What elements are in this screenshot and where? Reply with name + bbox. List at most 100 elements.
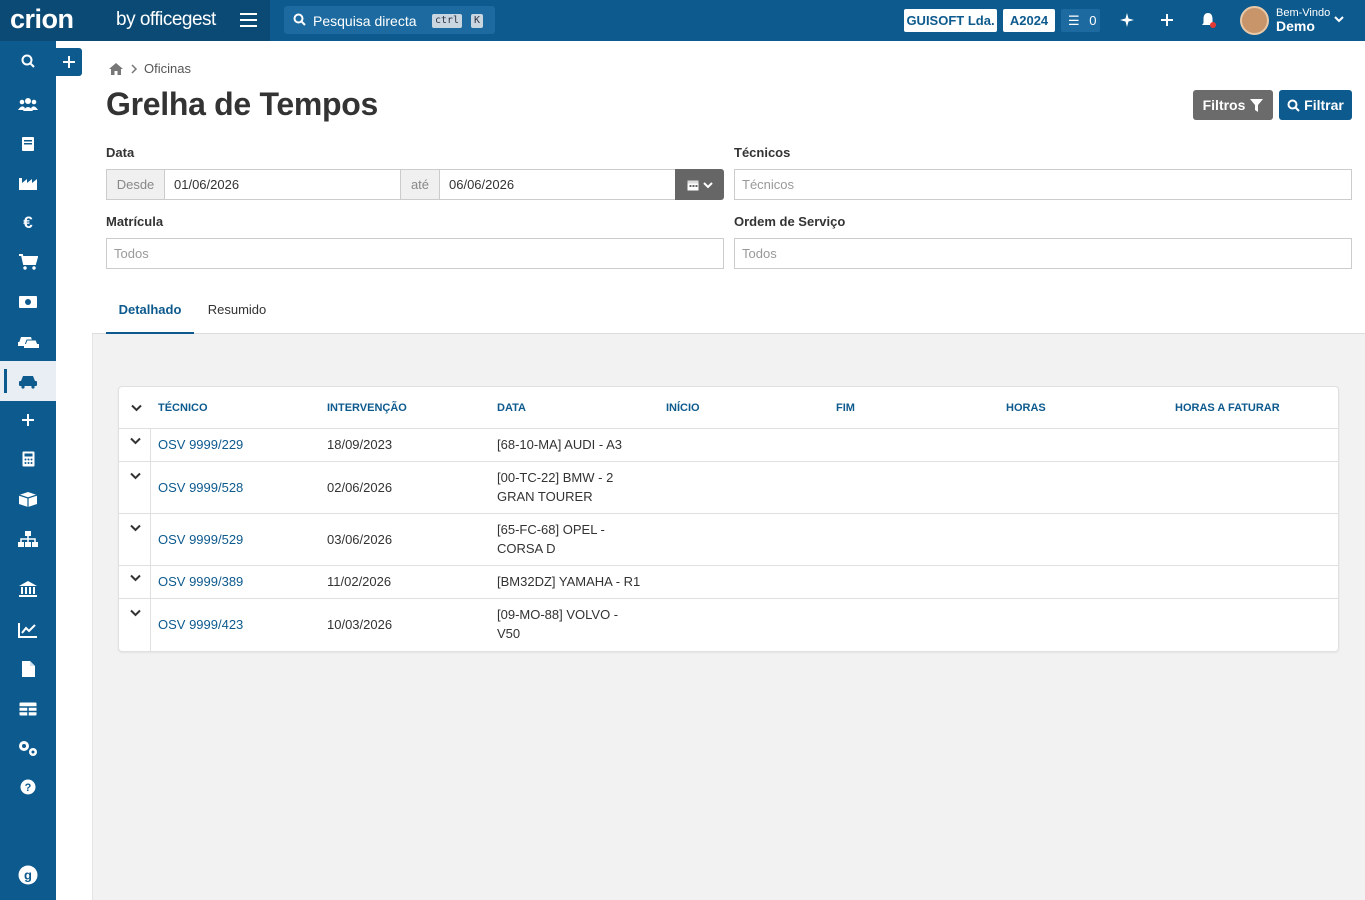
tecnicos-label: Técnicos bbox=[734, 145, 791, 160]
data-cell-line1: [65-FC-68] OPEL - bbox=[497, 522, 605, 537]
filtros-button[interactable]: Filtros bbox=[1193, 90, 1273, 120]
table-row[interactable]: OSV 9999/389 11/02/2026 [BM32DZ] YAMAHA … bbox=[119, 565, 1338, 598]
year-badge[interactable]: A2024 bbox=[1003, 9, 1055, 32]
chevron-down-icon[interactable] bbox=[130, 524, 141, 532]
officegest-logo-icon: g bbox=[18, 865, 38, 885]
sidebar-item-plus[interactable] bbox=[0, 400, 56, 440]
table-icon bbox=[19, 702, 37, 716]
data-cell-line1: [00-TC-22] BMW - 2 bbox=[497, 470, 614, 485]
tecnicos-field[interactable]: Técnicos bbox=[734, 169, 1352, 200]
date-from-field[interactable]: 01/06/2026 bbox=[164, 169, 401, 200]
tab-resumido[interactable]: Resumido bbox=[196, 296, 278, 334]
avatar[interactable] bbox=[1240, 6, 1269, 35]
sidebar-item-hierarchy[interactable] bbox=[0, 519, 56, 559]
data-cell-line2: CORSA D bbox=[497, 541, 556, 556]
company-badge[interactable]: GUISOFT Lda. bbox=[904, 9, 997, 32]
calculator-icon bbox=[22, 451, 34, 467]
settings-icon bbox=[19, 741, 37, 756]
column-header-intervencao[interactable]: INTERVENÇÃO bbox=[327, 402, 407, 414]
sidebar-item-cart[interactable] bbox=[0, 242, 56, 282]
chevron-down-icon[interactable] bbox=[130, 437, 141, 445]
tecnico-cell[interactable]: OSV 9999/389 bbox=[158, 572, 243, 591]
filtrar-button[interactable]: Filtrar bbox=[1279, 90, 1352, 120]
secondary-column bbox=[56, 41, 93, 900]
sidebar-item-car-wash[interactable] bbox=[0, 321, 56, 361]
column-header-tecnico[interactable]: TÉCNICO bbox=[158, 402, 208, 414]
date-picker-button[interactable] bbox=[675, 169, 724, 200]
tecnico-cell[interactable]: OSV 9999/229 bbox=[158, 435, 243, 454]
intervencao-cell: 11/02/2026 bbox=[327, 574, 392, 589]
search-placeholder: Pesquisa directa bbox=[313, 13, 417, 29]
chevron-down-icon[interactable] bbox=[130, 472, 141, 480]
sidebar-item-money[interactable] bbox=[0, 282, 56, 322]
table-row[interactable]: OSV 9999/229 18/09/2023 [68-10-MA] AUDI … bbox=[119, 428, 1338, 461]
sidebar-item-help[interactable]: ? bbox=[0, 767, 56, 807]
funnel-icon bbox=[1250, 98, 1264, 112]
column-header-horas-a-faturar[interactable]: HORAS A FATURAR bbox=[1175, 402, 1280, 414]
sidebar-item-car[interactable] bbox=[0, 361, 56, 401]
sidebar-item-users[interactable] bbox=[0, 84, 56, 124]
box-icon bbox=[18, 492, 38, 507]
chevron-down-icon[interactable] bbox=[1333, 14, 1345, 24]
kbd-k: K bbox=[471, 14, 484, 28]
tecnico-cell[interactable]: OSV 9999/423 bbox=[158, 615, 243, 634]
breadcrumb-current[interactable]: Oficinas bbox=[144, 61, 191, 76]
data-cell: [68-10-MA] AUDI - A3 bbox=[497, 437, 622, 452]
sidebar-item-chart[interactable] bbox=[0, 610, 56, 650]
sidebar-item-settings[interactable] bbox=[0, 728, 56, 768]
logo-area: crion by officegest bbox=[0, 0, 270, 41]
sidebar-item-search[interactable] bbox=[0, 41, 56, 81]
tecnico-cell[interactable]: OSV 9999/528 bbox=[158, 478, 243, 497]
table-row[interactable]: OSV 9999/423 10/03/2026 [09-MO-88] VOLVO… bbox=[119, 598, 1338, 651]
tecnico-cell[interactable]: OSV 9999/529 bbox=[158, 530, 243, 549]
sidebar-item-box[interactable] bbox=[0, 479, 56, 519]
chevron-down-icon[interactable] bbox=[130, 574, 141, 582]
sidebar-item-file[interactable] bbox=[0, 649, 56, 689]
search-input[interactable]: Pesquisa directa ctrl K bbox=[284, 6, 495, 34]
sidebar-item-bank[interactable] bbox=[0, 569, 56, 609]
page-title: Grelha de Tempos bbox=[106, 86, 379, 122]
cart-icon bbox=[19, 254, 38, 270]
hierarchy-icon bbox=[18, 531, 38, 547]
table-row[interactable]: OSV 9999/529 03/06/2026 [65-FC-68] OPEL … bbox=[119, 513, 1338, 565]
data-cell-line1: [09-MO-88] VOLVO - bbox=[497, 607, 619, 622]
date-to-field[interactable]: 06/06/2026 bbox=[439, 169, 676, 200]
data-cell-line2: GRAN TOURER bbox=[497, 489, 593, 504]
intervencao-cell: 10/03/2026 bbox=[327, 617, 393, 632]
sidebar-item-book[interactable] bbox=[0, 124, 56, 164]
sidebar-item-brand[interactable]: g bbox=[0, 855, 56, 895]
user-name[interactable]: Demo bbox=[1276, 18, 1315, 34]
tab-detalhado[interactable]: Detalhado bbox=[106, 296, 194, 334]
plus-icon bbox=[63, 56, 75, 68]
sparkle-icon[interactable] bbox=[1118, 11, 1136, 29]
book-icon bbox=[22, 137, 34, 151]
desde-addon: Desde bbox=[106, 169, 165, 200]
sidebar-item-euro[interactable]: € bbox=[0, 203, 56, 243]
column-header-data[interactable]: DATA bbox=[497, 402, 526, 414]
sidebar-item-table[interactable] bbox=[0, 689, 56, 729]
data-cell: [BM32DZ] YAMAHA - R1 bbox=[497, 574, 641, 589]
home-icon[interactable] bbox=[108, 62, 124, 76]
tasks-button[interactable]: ☰ 0 bbox=[1061, 9, 1100, 32]
matricula-field[interactable]: Todos bbox=[106, 238, 724, 269]
bank-icon bbox=[19, 581, 37, 597]
top-bar: crion by officegest Pesquisa directa ctr… bbox=[0, 0, 1365, 41]
column-header-inicio[interactable]: INÍCIO bbox=[666, 402, 700, 414]
ordem-servico-field[interactable]: Todos bbox=[734, 238, 1352, 269]
quick-add-button[interactable] bbox=[56, 48, 82, 76]
intervencao-cell: 03/06/2026 bbox=[327, 532, 393, 547]
column-header-fim[interactable]: FIM bbox=[836, 402, 855, 414]
app-logo-by: by officegest bbox=[116, 9, 216, 30]
app-logo[interactable]: crion bbox=[10, 4, 74, 35]
bell-icon[interactable] bbox=[1199, 11, 1217, 29]
collapse-all-icon[interactable] bbox=[131, 404, 142, 412]
svg-text:g: g bbox=[24, 868, 32, 883]
menu-icon[interactable] bbox=[240, 13, 257, 27]
file-icon bbox=[21, 661, 35, 677]
table-row[interactable]: OSV 9999/528 02/06/2026 [00-TC-22] BMW -… bbox=[119, 461, 1338, 513]
column-header-horas[interactable]: HORAS bbox=[1006, 402, 1046, 414]
sidebar-item-calculator[interactable] bbox=[0, 439, 56, 479]
add-icon[interactable] bbox=[1158, 11, 1176, 29]
chevron-down-icon[interactable] bbox=[130, 609, 141, 617]
sidebar-item-factory[interactable] bbox=[0, 163, 56, 203]
